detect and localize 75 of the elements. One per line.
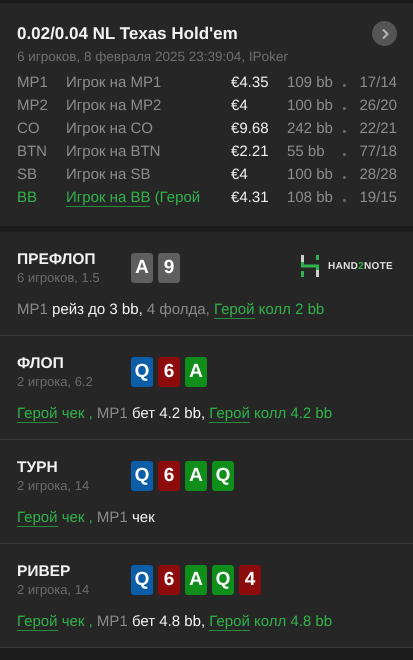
player-name: Игрок на MP2	[66, 97, 162, 114]
street-title: ТУРН	[17, 459, 59, 477]
player-stats: 28/28	[358, 166, 397, 183]
street-subtitle: 2 игрока, 14	[17, 478, 90, 493]
hand-subtitle: 6 игроков, 8 февраля 2025 23:39:04, IPoker	[17, 49, 289, 64]
player-name: Игрок на MP1	[66, 74, 162, 91]
player-name[interactable]: Игрок на BB	[66, 189, 150, 207]
playing-card: Q	[131, 565, 153, 595]
hero-link[interactable]: Герой	[17, 509, 58, 527]
separator-dot	[343, 130, 346, 133]
hero-link[interactable]: Герой	[214, 301, 254, 319]
street-title: ФЛОП	[17, 355, 65, 373]
playing-card: 6	[158, 461, 180, 491]
player-name: Игрок на CO	[66, 120, 153, 137]
player-stats: 77/18	[358, 143, 397, 160]
action-line: MP1 рейз до 3 bb, 4 фолда, Герой колл 2 bb	[17, 300, 326, 321]
position-label: BTN	[17, 143, 48, 160]
street-subtitle: 2 игрока, 6.2	[17, 374, 94, 389]
separator-dot	[343, 84, 346, 87]
playing-card: A	[131, 253, 153, 283]
separator-dot	[343, 176, 346, 179]
street-subtitle: 6 игроков, 1.5	[17, 270, 101, 285]
stack-bb: 100 bb	[287, 166, 334, 183]
stack-amount: €4	[231, 97, 249, 114]
hand-title: 0.02/0.04 NL Texas Hold'em	[17, 24, 238, 44]
action-line: Герой чек , MP1 бет 4.2 bb, Герой колл 4.2 bb	[17, 404, 334, 425]
chevron-right-icon	[380, 28, 390, 40]
separator-dot	[343, 153, 346, 156]
playing-card: 9	[158, 253, 180, 283]
player-name: Игрок на BTN	[66, 143, 160, 160]
playing-card: 4	[239, 565, 261, 595]
playing-card: Q	[131, 357, 153, 387]
hero-link[interactable]: Герой	[17, 613, 58, 631]
logo-icon	[300, 255, 320, 277]
street-subtitle: 2 игрока, 14	[17, 582, 90, 597]
position-label: CO	[17, 120, 40, 137]
street-title: РИВЕР	[17, 563, 72, 581]
next-button[interactable]	[372, 21, 397, 46]
position-label: SB	[17, 166, 38, 183]
player-stats: 19/15	[358, 189, 397, 206]
player-name: Игрок на SB	[66, 166, 150, 183]
action-line: Герой чек , MP1 бет 4.8 bb, Герой колл 4.8 bb	[17, 612, 334, 633]
position-label: MP1	[17, 74, 49, 91]
player-stats: 17/14	[358, 74, 397, 91]
playing-card: A	[185, 565, 207, 595]
street-title: ПРЕФЛОП	[17, 251, 97, 269]
stack-amount: €4.31	[231, 189, 270, 206]
playing-card: A	[185, 357, 207, 387]
stack-bb: 109 bb	[287, 74, 334, 91]
hero-tag: (Герой	[150, 189, 200, 206]
action-line: Герой чек , MP1 чек	[17, 508, 156, 529]
playing-card: Q	[212, 565, 234, 595]
stack-bb: 108 bb	[287, 189, 334, 206]
playing-card: 6	[158, 357, 180, 387]
position-label: BB	[17, 189, 38, 206]
playing-card: A	[185, 461, 207, 491]
stack-amount: €4	[231, 166, 249, 183]
player-stats: 26/20	[358, 97, 397, 114]
stack-bb: 55 bb	[287, 143, 326, 160]
player-stats: 22/21	[358, 120, 397, 137]
stack-amount: €9.68	[231, 120, 270, 137]
stack-amount: €4.35	[231, 74, 270, 91]
hero-link[interactable]: Герой	[209, 405, 250, 423]
hero-link[interactable]: Герой	[17, 405, 58, 423]
stack-amount: €2.21	[231, 143, 270, 160]
playing-card: Q	[212, 461, 234, 491]
hero-link[interactable]: Герой	[209, 613, 250, 631]
logo-wordmark: HAND2NOTE	[328, 260, 393, 272]
separator-dot	[343, 107, 346, 110]
stack-bb: 100 bb	[287, 97, 334, 114]
playing-card: 6	[158, 565, 180, 595]
position-label: MP2	[17, 97, 49, 114]
playing-card: Q	[131, 461, 153, 491]
separator-dot	[343, 199, 346, 202]
stack-bb: 242 bb	[287, 120, 334, 137]
